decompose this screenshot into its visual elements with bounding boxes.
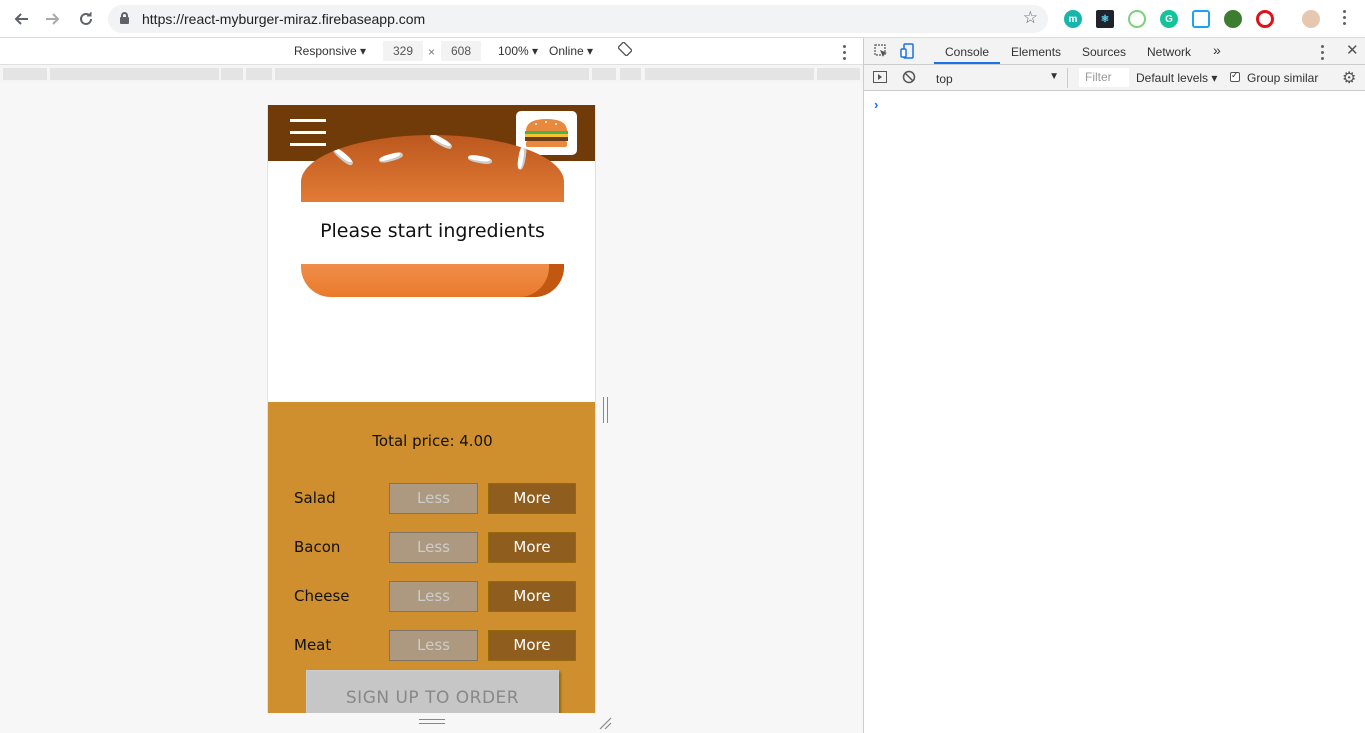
device-toggle-icon[interactable] [900, 43, 914, 62]
media-query-bar[interactable] [0, 65, 863, 83]
react-devtools-icon[interactable]: ⚛ [1096, 10, 1114, 28]
resize-handle-bottom[interactable] [419, 719, 445, 724]
extension-m-icon[interactable]: m [1064, 10, 1082, 28]
sidebar-toggle-icon[interactable] [873, 71, 887, 86]
more-cheese-button[interactable]: More [488, 581, 576, 612]
build-control-meat: Meat Less More [268, 630, 595, 661]
lock-icon [120, 12, 129, 24]
device-frame: Please start ingredients Total price: 4.… [267, 105, 596, 713]
build-control-salad: Salad Less More [268, 483, 595, 514]
active-tab-indicator [934, 62, 1000, 64]
clear-console-icon[interactable] [902, 70, 916, 87]
profile-avatar[interactable] [1302, 10, 1320, 28]
back-icon[interactable] [10, 8, 32, 30]
forward-icon[interactable] [42, 8, 64, 30]
url-text[interactable]: https://react-myburger-miraz.firebaseapp… [142, 11, 425, 27]
less-salad-button[interactable]: Less [389, 483, 478, 514]
build-control-bacon: Bacon Less More [268, 532, 595, 563]
group-similar-checkbox[interactable] [1230, 70, 1240, 82]
more-bacon-button[interactable]: More [488, 532, 576, 563]
tab-console[interactable]: Console [945, 45, 989, 59]
sign-up-to-order-button[interactable]: SIGN UP TO ORDER [306, 670, 559, 713]
devtools-menu-icon[interactable] [1321, 45, 1325, 63]
dimension-separator: × [428, 45, 436, 59]
build-control-cheese: Cheese Less More [268, 581, 595, 612]
console-filter-input[interactable]: Filter [1079, 68, 1129, 87]
height-input[interactable]: 608 [441, 41, 481, 61]
settings-gear-icon[interactable]: ⚙ [1342, 68, 1356, 88]
zoom-dropdown[interactable]: 100% ▾ [498, 44, 538, 58]
devtools-tab-bar: Console Elements Sources Network » ✕ [864, 38, 1365, 65]
grammarly-icon[interactable]: G [1160, 10, 1178, 28]
network-dropdown[interactable]: Online ▾ [549, 44, 593, 58]
build-controls: Total price: 4.00 Salad Less More Bacon … [268, 402, 595, 713]
responsive-dropdown[interactable]: Responsive ▾ [294, 44, 366, 58]
less-meat-button[interactable]: Less [389, 630, 478, 661]
console-prompt[interactable]: › [874, 97, 878, 112]
extension-globe-icon[interactable] [1224, 10, 1242, 28]
resize-handle-right[interactable] [603, 397, 608, 423]
ingredient-label: Cheese [294, 587, 350, 605]
resize-handle-corner-icon[interactable] [598, 716, 612, 730]
more-salad-button[interactable]: More [488, 483, 576, 514]
tab-elements[interactable]: Elements [1011, 45, 1061, 59]
more-meat-button[interactable]: More [488, 630, 576, 661]
device-toolbar-menu-icon[interactable] [843, 45, 847, 63]
total-price: Total price: 4.00 [372, 432, 493, 450]
start-ingredients-message: Please start ingredients [320, 220, 545, 242]
extension-circle-icon[interactable] [1128, 10, 1146, 28]
close-devtools-icon[interactable]: ✕ [1346, 41, 1359, 59]
browser-menu-icon[interactable] [1343, 10, 1347, 28]
console-toolbar: top ▼ Filter Default levels ▾ Group simi… [864, 65, 1365, 91]
less-bacon-button[interactable]: Less [389, 532, 478, 563]
group-similar-label: Group similar [1247, 71, 1319, 85]
more-tabs-icon[interactable]: » [1213, 42, 1221, 58]
opera-icon[interactable] [1256, 10, 1274, 28]
extension-screen-icon[interactable] [1192, 10, 1210, 28]
width-input[interactable]: 329 [383, 41, 423, 61]
chevron-down-icon: ▼ [1049, 71, 1059, 82]
tab-network[interactable]: Network [1147, 45, 1191, 59]
ingredient-label: Salad [294, 489, 336, 507]
log-levels-dropdown[interactable]: Default levels ▾ [1136, 71, 1217, 85]
devtools-panel: Console Elements Sources Network » ✕ top… [863, 38, 1365, 733]
tab-sources[interactable]: Sources [1082, 45, 1126, 59]
hamburger-menu-icon[interactable] [290, 119, 326, 147]
device-toolbar: Responsive ▾ 329 × 608 100% ▾ Online ▾ [0, 38, 863, 65]
inspect-element-icon[interactable] [874, 44, 888, 61]
bookmark-star-icon[interactable]: ☆ [1023, 8, 1038, 28]
rotate-icon[interactable] [617, 41, 633, 59]
ingredient-label: Bacon [294, 538, 341, 556]
address-bar[interactable]: https://react-myburger-miraz.firebaseapp… [108, 5, 1048, 33]
less-cheese-button[interactable]: Less [389, 581, 478, 612]
browser-toolbar: https://react-myburger-miraz.firebaseapp… [0, 0, 1365, 38]
ingredient-label: Meat [294, 636, 332, 654]
reload-icon[interactable] [75, 8, 97, 30]
context-selector[interactable]: top ▼ [930, 68, 1068, 88]
bread-bottom [301, 264, 564, 297]
